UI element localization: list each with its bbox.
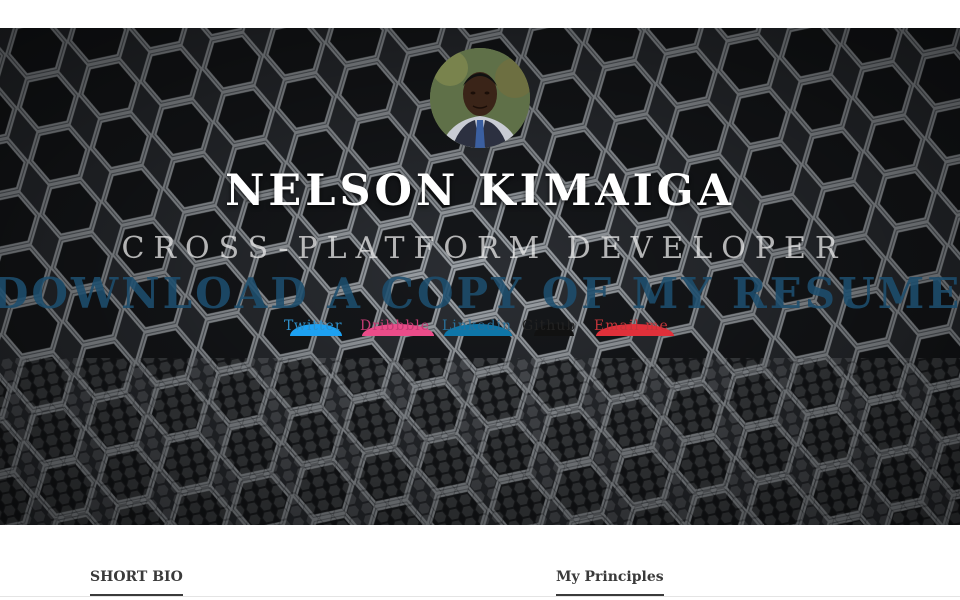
download-resume-link[interactable]: DOWNLOAD A COPY OF MY RESUME bbox=[0, 269, 960, 319]
linkedin-button[interactable]: Linkedin bbox=[442, 316, 514, 336]
profile-avatar bbox=[430, 48, 530, 148]
dribbble-button[interactable]: Dribbble bbox=[360, 316, 436, 336]
email-button[interactable]: Email me bbox=[594, 316, 676, 336]
short-bio-heading: SHORT BIO bbox=[90, 568, 183, 596]
hero-name: NELSON KIMAIGA bbox=[225, 166, 735, 216]
top-bar bbox=[0, 0, 960, 28]
social-links: Twitter Dribbble Linkedin Github Email m… bbox=[284, 316, 684, 336]
hero-section: NELSON KIMAIGA CROSS-PLATFORM DEVELOPER … bbox=[0, 28, 960, 525]
hero-role: CROSS-PLATFORM DEVELOPER bbox=[121, 231, 847, 266]
principles-heading: My Principles bbox=[556, 568, 664, 596]
github-button[interactable]: Github bbox=[522, 316, 588, 336]
twitter-button[interactable]: Twitter bbox=[284, 316, 348, 336]
section-divider bbox=[0, 596, 960, 597]
